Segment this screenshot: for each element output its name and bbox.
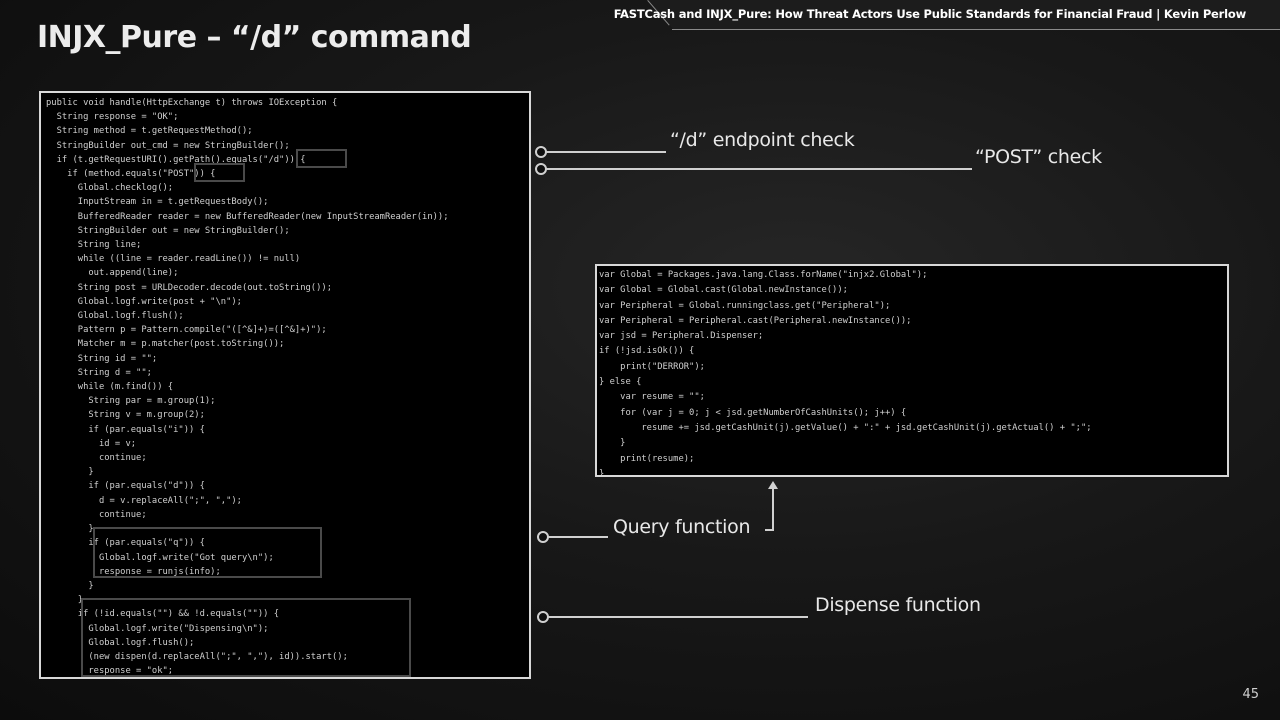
code-line: String par = m.group(1); [46,396,216,407]
dispense-function-label: Dispense function [815,594,981,616]
code-line: out.append(line); [46,268,179,279]
endpoint-callout-line [546,151,666,153]
code-line: while (m.find()) { [46,382,174,393]
code-line: StringBuilder out = new StringBuilder(); [46,225,290,236]
code-line: if (par.equals("d")) { [46,481,205,492]
code-line: Matcher m = p.matcher(post.toString()); [46,339,285,350]
code-line: print("DERROR"); [599,361,705,372]
query-highlight-box [93,527,322,578]
code-line: Global.checklog(); [46,183,174,194]
slide-title: INJX_Pure – “/d” command [37,20,472,55]
presentation-header: FASTCash and INJX_Pure: How Threat Actor… [613,7,1246,21]
code-line: if (!jsd.isOk()) { [599,346,695,357]
code-line: var jsd = Peripheral.Dispenser; [599,331,764,342]
code-line: resume += jsd.getCashUnit(j).getValue() … [599,422,1092,433]
code-line: Pattern p = Pattern.compile("([^&]+)=([^… [46,325,327,336]
query-function-label: Query function [613,516,751,538]
query-arrow-head [768,481,778,489]
dispense-callout-line [548,616,808,618]
code-line: InputStream in = t.getRequestBody(); [46,197,269,208]
code-line: var Global = Packages.java.lang.Class.fo… [599,270,928,280]
post-check-label: “POST” check [975,146,1102,168]
dispense-highlight-box [81,598,411,677]
code-line: } [46,467,94,478]
code-line: for (var j = 0; j < jsd.getNumberOfCashU… [599,407,907,418]
code-line: String id = ""; [46,353,158,364]
code-line: d = v.replaceAll(";", ","); [46,495,242,506]
code-line: String line; [46,240,142,251]
code-line: } else { [599,377,642,388]
code-line: String post = URLDecoder.decode(out.toSt… [46,282,332,293]
post-callout-line [546,168,972,170]
code-line: var Peripheral = Peripheral.cast(Periphe… [599,315,912,326]
code-line: } [599,468,605,477]
code-line: } [599,438,626,449]
code-line: if (method.equals("POST")) { [46,169,216,180]
java-handler-code-panel: public void handle(HttpExchange t) throw… [39,91,531,679]
header-rule [672,29,1280,30]
code-line: String method = t.getRequestMethod(); [46,126,253,137]
code-line: Global.logf.flush(); [46,311,184,322]
code-line: while ((line = reader.readLine()) != nul… [46,254,301,265]
code-line: if (par.equals("i")) { [46,424,205,435]
code-line: } [46,580,94,591]
code-line: id = v; [46,438,137,449]
code-line: Global.logf.write(post + "\n"); [46,296,242,307]
query-arrow-shaft [772,487,774,531]
code-line: String d = ""; [46,367,152,378]
code-line: var Peripheral = Global.runningclass.get… [599,300,891,311]
endpoint-highlight-box [296,149,347,168]
code-line: print(resume); [599,453,695,464]
code-line: String response = "OK"; [46,112,179,123]
code-line: BufferedReader reader = new BufferedRead… [46,211,449,222]
code-line: var resume = ""; [599,392,705,403]
javascript-query-code-panel: var Global = Packages.java.lang.Class.fo… [595,264,1229,477]
code-line: if (t.getRequestURI().getPath().equals("… [46,154,306,165]
query-callout-line [548,536,608,538]
post-highlight-box [194,163,245,182]
page-number: 45 [1242,687,1259,702]
code-line: String v = m.group(2); [46,410,205,421]
code-line: public void handle(HttpExchange t) throw… [46,98,338,108]
endpoint-check-label: “/d” endpoint check [670,129,855,151]
code-line: continue; [46,509,147,520]
code-line: var Global = Global.cast(Global.newInsta… [599,285,848,296]
code-line: continue; [46,453,147,464]
code-line: StringBuilder out_cmd = new StringBuilde… [46,140,290,151]
